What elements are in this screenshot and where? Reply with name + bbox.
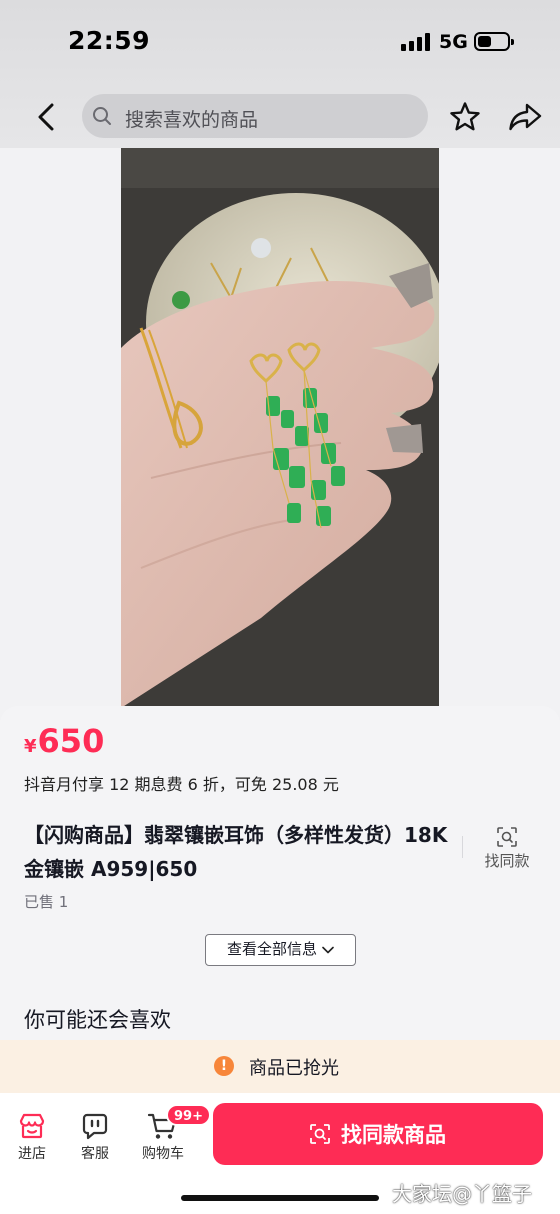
search-placeholder: 搜索喜欢的商品 bbox=[125, 109, 259, 131]
share-button[interactable] bbox=[507, 100, 543, 134]
find-similar-label: 找同款 bbox=[484, 852, 530, 870]
status-time: 22:59 bbox=[68, 26, 151, 55]
search-input[interactable]: 搜索喜欢的商品 bbox=[82, 94, 428, 138]
status-bar: 22:59 5G bbox=[0, 0, 560, 84]
tab-store-label: 进店 bbox=[18, 1146, 46, 1162]
product-media bbox=[0, 148, 560, 710]
soldout-text: 商品已抢光 bbox=[249, 1058, 339, 1079]
home-indicator bbox=[181, 1195, 379, 1201]
installment-note: 抖音月付享 12 期息费 6 折，可免 25.08 元 bbox=[24, 775, 339, 794]
warning-icon: ! bbox=[214, 1056, 234, 1076]
view-all-label: 查看全部信息 bbox=[226, 940, 317, 958]
back-button[interactable] bbox=[30, 100, 64, 134]
product-title: 【闪购商品】翡翠镶嵌耳饰（多样性发货）18K金镶嵌 A959|650 bbox=[24, 823, 448, 881]
sold-count: 已售 1 bbox=[24, 893, 69, 911]
tab-store[interactable]: 进店 bbox=[2, 1111, 62, 1163]
cta-label: 找同款商品 bbox=[341, 1123, 446, 1147]
image-search-icon bbox=[497, 827, 517, 847]
top-area: 22:59 5G 搜索喜欢的商品 bbox=[0, 0, 560, 148]
battery-icon bbox=[474, 32, 514, 51]
soldout-notice: ! 商品已抢光 bbox=[0, 1040, 560, 1093]
divider bbox=[462, 836, 463, 858]
nav-bar: 搜索喜欢的商品 bbox=[0, 90, 560, 144]
price-value: 650 bbox=[37, 722, 105, 760]
share-icon bbox=[509, 103, 542, 131]
tab-cart-label: 购物车 bbox=[142, 1146, 184, 1162]
network-type: 5G bbox=[439, 31, 468, 53]
image-search-icon bbox=[310, 1124, 330, 1144]
favorite-button[interactable] bbox=[448, 100, 482, 134]
recommend-heading: 你可能还会喜欢 bbox=[24, 1008, 171, 1032]
signal-icon bbox=[401, 33, 431, 51]
star-icon bbox=[450, 102, 480, 131]
price-currency: ¥ bbox=[24, 736, 37, 757]
tab-customer-service[interactable]: 客服 bbox=[65, 1111, 125, 1163]
tab-customer-service-label: 客服 bbox=[81, 1146, 109, 1162]
store-icon bbox=[19, 1113, 45, 1139]
product-image[interactable] bbox=[121, 148, 439, 708]
find-similar-products-button[interactable]: 找同款商品 bbox=[213, 1103, 543, 1165]
price: ¥650 bbox=[24, 722, 104, 760]
product-info-card: ¥650 抖音月付享 12 期息费 6 折，可免 25.08 元 【闪购商品】翡… bbox=[0, 706, 560, 1046]
chat-icon bbox=[82, 1113, 108, 1140]
chevron-down-icon bbox=[322, 946, 334, 953]
search-icon bbox=[93, 107, 111, 125]
view-all-info-button[interactable]: 查看全部信息 bbox=[205, 934, 356, 966]
watermark: 大家坛@丫篮子 bbox=[392, 1182, 532, 1206]
chevron-left-icon bbox=[38, 103, 54, 131]
cart-badge: 99+ bbox=[166, 1104, 211, 1126]
find-similar-button[interactable]: 找同款 bbox=[476, 826, 538, 871]
